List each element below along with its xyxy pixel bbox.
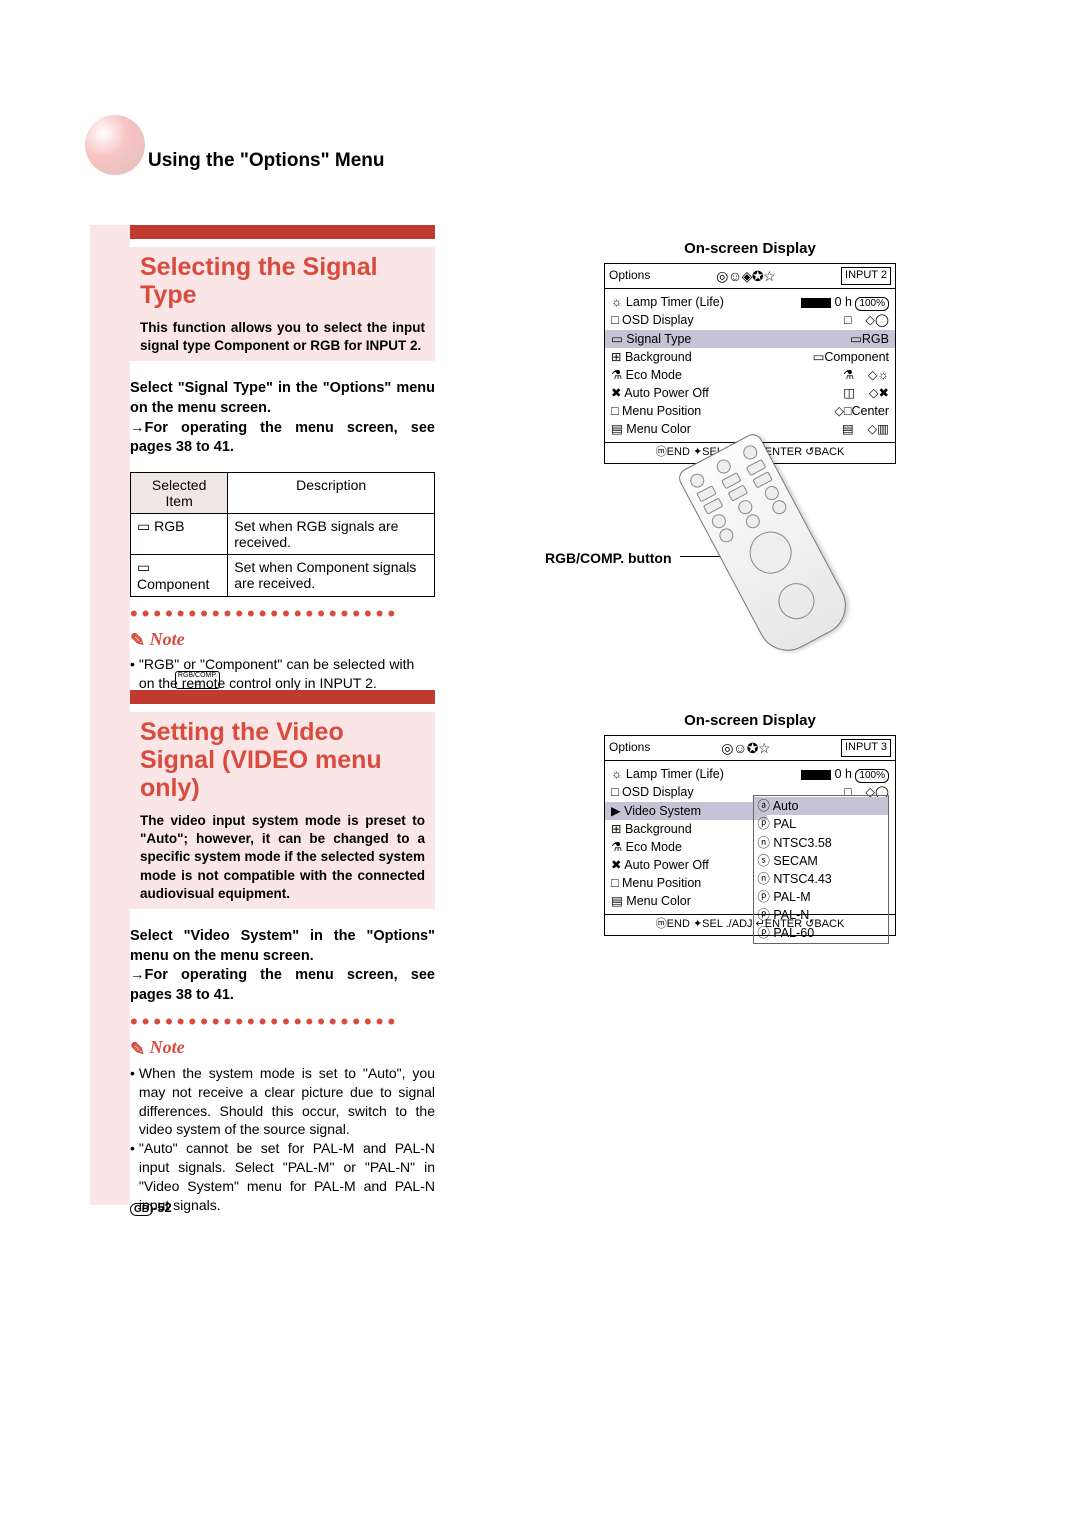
- osd2-input-badge: INPUT 3: [841, 739, 891, 757]
- osd1-tab-icons: ◎☺◈✪☆: [716, 266, 775, 286]
- video-system-option: ⓟ PAL-M: [757, 888, 885, 906]
- video-system-option: ⓟ PAL: [757, 815, 885, 833]
- section2-ref: →For operating the menu screen, see page…: [130, 966, 435, 1005]
- osd-row: ⚗ Eco Mode⚗ ◇☼: [611, 366, 889, 384]
- video-system-option: ⓐ Auto: [754, 797, 888, 815]
- osd1-input-badge: INPUT 2: [841, 267, 891, 285]
- osd-row: ▤ Menu Color: [611, 892, 761, 910]
- page-title: Using the "Options" Menu: [148, 150, 385, 172]
- section1-heading: Selecting the Signal Type: [140, 247, 425, 309]
- osd2-menu-label: Options: [609, 739, 650, 756]
- osd2-tab-icons: ◎☺✪☆: [721, 738, 770, 758]
- table-row: ▭ RGB Set when RGB signals are received.: [131, 513, 435, 554]
- section1-intro: This function allows you to select the i…: [140, 319, 425, 355]
- video-system-option: ⓟ PAL-N: [757, 906, 885, 924]
- table-row: ▭ Component Set when Component signals a…: [131, 554, 435, 596]
- note-label: ✎ Note: [130, 1037, 435, 1059]
- osd1-title: On-screen Display: [540, 240, 960, 257]
- section1-ref: →For operating the menu screen, see page…: [130, 419, 435, 458]
- note-icon: ✎: [130, 630, 145, 651]
- video-system-option: ⓝ NTSC3.58: [757, 834, 885, 852]
- remote-button-label: RGB/COMP. button: [545, 550, 672, 566]
- decorative-dot: [85, 115, 145, 175]
- osd-row: □ OSD Display: [611, 783, 761, 801]
- table-header-item: Selected Item: [131, 472, 228, 513]
- table-header-desc: Description: [228, 472, 435, 513]
- osd2-box: Options ◎☺✪☆ INPUT 3 ☼ Lamp Timer (Life)…: [604, 735, 896, 936]
- osd-row: ☼ Lamp Timer (Life) 0 h 100%: [611, 293, 889, 311]
- osd-row: ☼ Lamp Timer (Life): [611, 765, 761, 783]
- osd-row: □ Menu Position: [611, 874, 761, 892]
- signal-type-table: Selected Item Description ▭ RGB Set when…: [130, 472, 435, 597]
- osd-row: ✖ Auto Power Off: [611, 856, 761, 874]
- video-system-option: ⓟ PAL-60: [757, 924, 885, 942]
- osd-row: ⊞ Background: [611, 820, 761, 838]
- note-icon: ✎: [130, 1039, 145, 1060]
- remote-illustration: RGB/COMP. button: [630, 470, 950, 670]
- osd-row: ⊞ Background▭Component: [611, 348, 889, 366]
- section2-bar: [130, 690, 435, 704]
- note-label: ✎ Note: [130, 629, 435, 651]
- rgb-comp-icon: RGB/COMP.▭: [175, 671, 220, 689]
- dotted-rule: •••••••••••••••••••••••: [130, 609, 435, 619]
- section2-heading: Setting the Video Signal (VIDEO menu onl…: [140, 712, 425, 802]
- section1-bar: [130, 225, 435, 239]
- left-gutter: [90, 225, 130, 1205]
- video-system-option: ⓝ NTSC4.43: [757, 870, 885, 888]
- osd2-title: On-screen Display: [540, 712, 960, 729]
- dotted-rule: •••••••••••••••••••••••: [130, 1017, 435, 1027]
- section2-step: Select "Video System" in the "Options" m…: [130, 927, 435, 966]
- osd-row: ✖ Auto Power Off◫ ◇✖: [611, 384, 889, 402]
- osd1-menu-label: Options: [609, 267, 650, 284]
- section1-note: • "RGB" or "Component" can be selected w…: [130, 655, 435, 693]
- page-number: GB-52: [130, 1200, 172, 1215]
- section2-intro: The video input system mode is preset to…: [140, 812, 425, 903]
- video-system-option: ⓢ SECAM: [757, 852, 885, 870]
- osd-row-value: 0 h 100%: [761, 765, 889, 783]
- osd-row: ▭ Signal Type▭RGB: [605, 330, 895, 348]
- section1-step: Select "Signal Type" in the "Options" me…: [130, 379, 435, 418]
- osd-row: □ OSD Display□ ◇◯: [611, 311, 889, 329]
- osd-row: □ Menu Position◇□Center: [611, 402, 889, 420]
- osd-row: ⚗ Eco Mode: [611, 838, 761, 856]
- osd-row: ▶ Video System: [605, 802, 767, 820]
- section2-notes: •When the system mode is set to "Auto", …: [130, 1064, 435, 1215]
